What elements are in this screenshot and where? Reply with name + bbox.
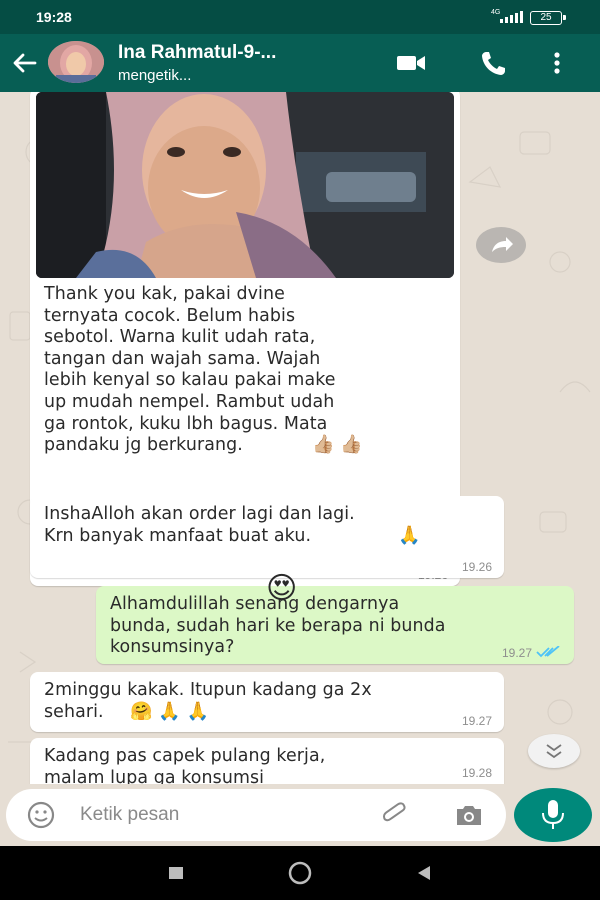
- emoji-icon[interactable]: [26, 801, 56, 829]
- message-emoji: 😍: [266, 571, 298, 606]
- message-bubble-incoming[interactable]: 2minggu kakak. Itupun kadang ga 2x sehar…: [30, 672, 504, 732]
- message-text: Alhamdulillah senang dengarnya bunda, su…: [110, 594, 446, 658]
- chevron-double-down-icon: [546, 744, 562, 759]
- message-input[interactable]: Ketik pesan: [6, 789, 506, 841]
- back-arrow-icon[interactable]: [10, 48, 40, 78]
- battery-icon: 25: [530, 11, 566, 25]
- message-text: Thank you kak, pakai dvine ternyata coco…: [44, 284, 336, 456]
- signal-icon: [500, 11, 523, 23]
- message-time: 19.27: [501, 646, 532, 660]
- message-emoji: 🤗 🙏 🙏: [130, 701, 210, 722]
- system-nav-bar: [0, 846, 600, 900]
- back-nav-icon[interactable]: [410, 860, 436, 886]
- chat-header: Ina Rahmatul-9-... mengetik...: [0, 34, 600, 92]
- battery-level: 25: [540, 12, 552, 23]
- composer-bar: Ketik pesan: [0, 784, 600, 846]
- attach-icon[interactable]: [380, 801, 410, 829]
- message-emoji: 🙏: [398, 525, 421, 546]
- microphone-icon: [542, 800, 564, 829]
- message-time: 19.27: [461, 714, 492, 728]
- camera-icon[interactable]: [454, 801, 484, 829]
- forward-button[interactable]: [476, 227, 526, 263]
- network-type: 4G: [491, 9, 501, 16]
- message-time: 19.28: [461, 766, 492, 780]
- recents-icon[interactable]: [163, 860, 189, 886]
- contact-name[interactable]: Ina Rahmatul-9-...: [118, 42, 276, 64]
- message-input-placeholder: Ketik pesan: [80, 804, 180, 825]
- message-text: Kadang pas capek pulang kerja, malam lup…: [44, 746, 326, 784]
- video-call-icon[interactable]: [395, 49, 427, 77]
- typing-status: mengetik...: [118, 67, 192, 84]
- read-receipt-icon: [536, 646, 560, 658]
- message-bubble-incoming[interactable]: InshaAlloh akan order lagi dan lagi. Krn…: [30, 496, 504, 578]
- home-icon[interactable]: [285, 860, 315, 886]
- voice-message-button[interactable]: [514, 788, 592, 842]
- forward-icon: [492, 237, 513, 252]
- message-emoji: 👍🏼 👍🏼: [312, 434, 363, 455]
- phone-call-icon[interactable]: [478, 49, 510, 77]
- message-time: 19.26: [461, 560, 492, 574]
- chat-area[interactable]: Thank you kak, pakai dvine ternyata coco…: [0, 92, 600, 784]
- more-vert-icon[interactable]: [548, 49, 566, 77]
- message-bubble-outgoing[interactable]: Alhamdulillah senang dengarnya bunda, su…: [96, 574, 574, 664]
- status-bar: 19:28 4G 25: [0, 0, 600, 34]
- message-bubble-incoming[interactable]: Kadang pas capek pulang kerja, malam lup…: [30, 738, 504, 784]
- message-photo[interactable]: [36, 92, 454, 278]
- scroll-to-bottom-button[interactable]: [528, 734, 580, 768]
- status-time: 19:28: [36, 9, 72, 25]
- contact-avatar[interactable]: [48, 41, 104, 83]
